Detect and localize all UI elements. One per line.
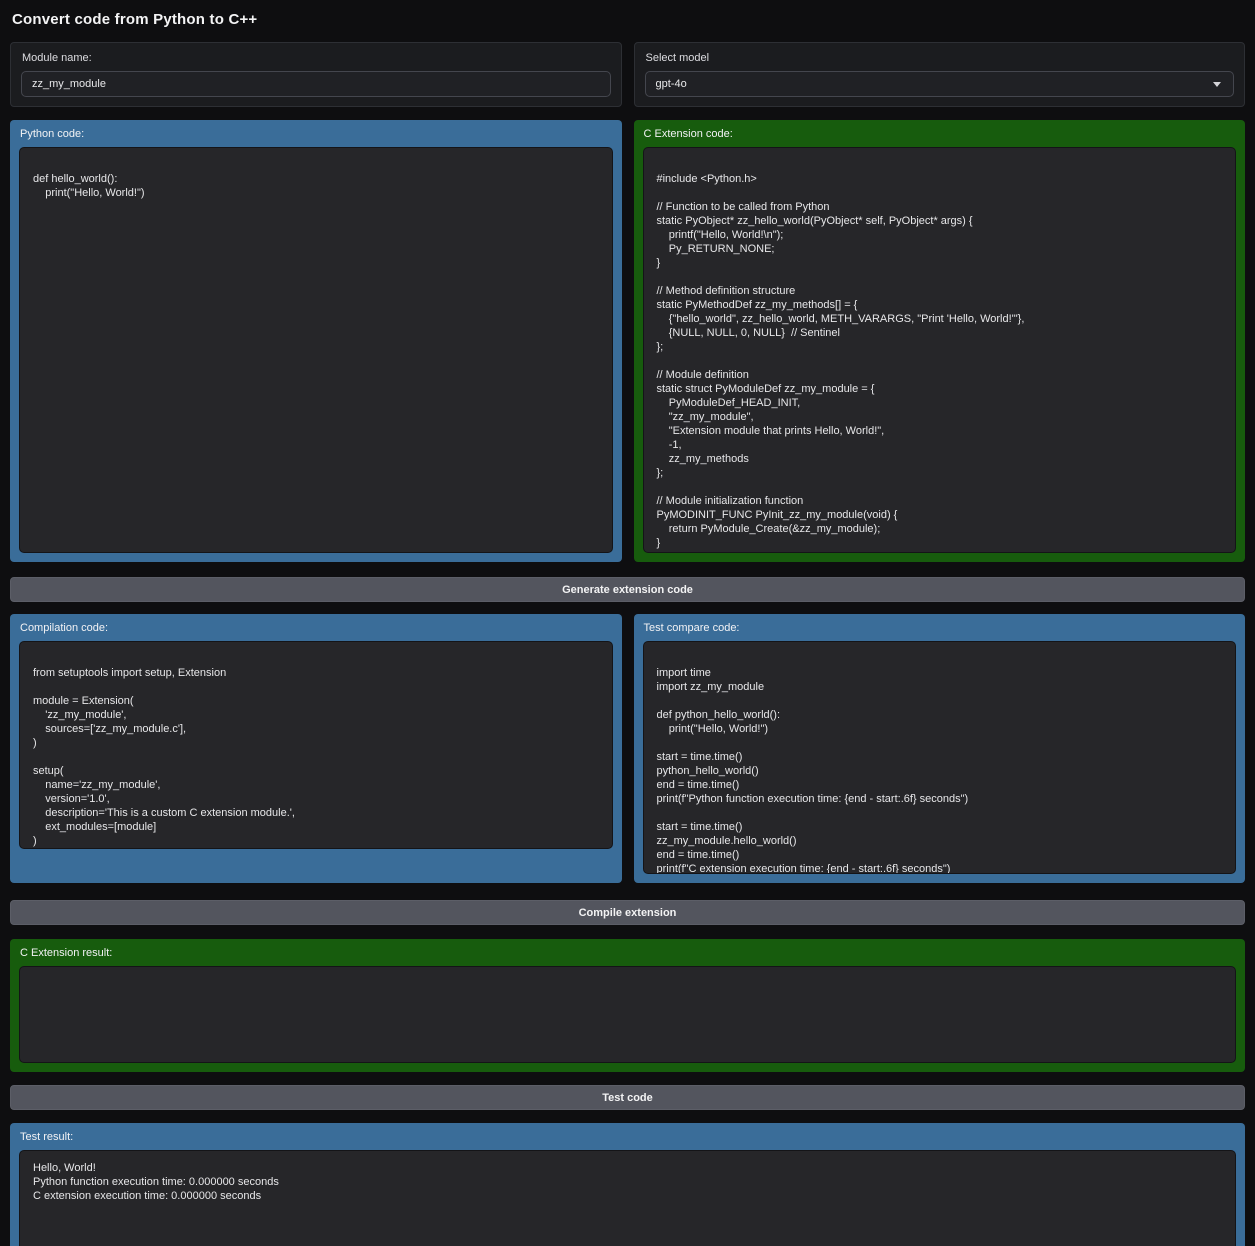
- python-code-editor[interactable]: def hello_world(): print("Hello, World!"…: [19, 147, 613, 553]
- app-container: Convert code from Python to C++ Module n…: [0, 0, 1255, 1246]
- c-extension-code-label: C Extension code:: [644, 128, 1237, 140]
- chevron-down-icon: [1213, 82, 1221, 87]
- model-select-field: Select model gpt-4o: [634, 42, 1246, 107]
- module-name-input[interactable]: [21, 71, 611, 97]
- module-name-label: Module name:: [22, 52, 611, 64]
- c-extension-result-panel: C Extension result:: [10, 939, 1245, 1072]
- c-extension-code-panel: C Extension code: #include <Python.h> //…: [634, 120, 1246, 562]
- module-name-field: Module name:: [10, 42, 622, 107]
- test-result-panel: Test result: Hello, World! Python functi…: [10, 1123, 1245, 1246]
- test-result-label: Test result:: [20, 1131, 1236, 1143]
- compilation-code-label: Compilation code:: [20, 622, 613, 634]
- compilation-code-editor[interactable]: from setuptools import setup, Extension …: [19, 641, 613, 849]
- model-select[interactable]: gpt-4o: [645, 71, 1235, 97]
- test-compare-code-panel: Test compare code: import time import zz…: [634, 614, 1246, 883]
- test-compare-code-label: Test compare code:: [644, 622, 1237, 634]
- compile-panels-row: Compilation code: from setuptools import…: [10, 614, 1245, 883]
- test-result-output[interactable]: Hello, World! Python function execution …: [19, 1150, 1236, 1246]
- page-title: Convert code from Python to C++: [12, 11, 1243, 28]
- code-panels-row: Python code: def hello_world(): print("H…: [10, 120, 1245, 562]
- test-code-button[interactable]: Test code: [10, 1085, 1245, 1110]
- compilation-code-panel: Compilation code: from setuptools import…: [10, 614, 622, 883]
- python-code-label: Python code:: [20, 128, 613, 140]
- c-extension-result-label: C Extension result:: [20, 947, 1236, 959]
- python-code-panel: Python code: def hello_world(): print("H…: [10, 120, 622, 562]
- model-select-label: Select model: [646, 52, 1235, 64]
- c-extension-result-output[interactable]: [19, 966, 1236, 1063]
- generate-extension-code-button[interactable]: Generate extension code: [10, 577, 1245, 602]
- form-row: Module name: Select model gpt-4o: [10, 42, 1245, 107]
- test-compare-code-editor[interactable]: import time import zz_my_module def pyth…: [643, 641, 1237, 874]
- c-extension-code-editor[interactable]: #include <Python.h> // Function to be ca…: [643, 147, 1237, 553]
- model-select-value: gpt-4o: [656, 78, 687, 90]
- compile-extension-button[interactable]: Compile extension: [10, 900, 1245, 925]
